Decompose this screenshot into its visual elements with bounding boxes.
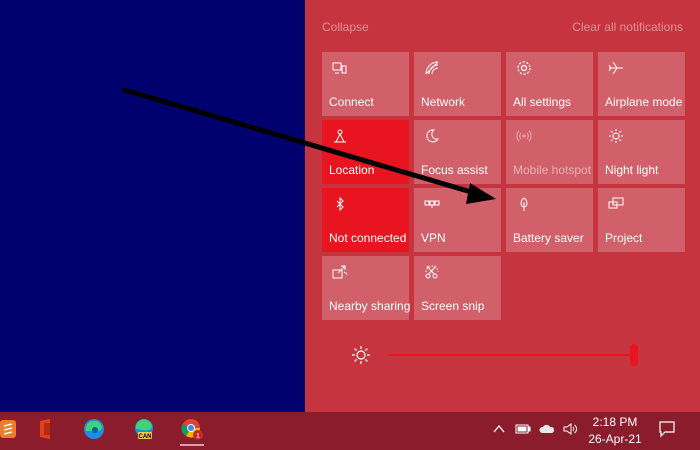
bluetooth-icon <box>331 195 349 213</box>
desktop-background[interactable] <box>0 0 305 412</box>
tile-label: Focus assist <box>421 163 488 177</box>
clock-time: 2:18 PM <box>592 415 638 429</box>
action-center-panel: Collapse Clear all notifications Connect… <box>305 0 700 412</box>
tile-label: Not connected <box>329 231 407 245</box>
tile-battery-saver[interactable]: Battery saver <box>506 188 593 252</box>
tile-label: Airplane mode <box>605 95 683 109</box>
tile-screen-snip[interactable]: Screen snip <box>414 256 501 320</box>
edge-icon <box>82 417 106 446</box>
clear-all-notifications-link[interactable]: Clear all notifications <box>572 20 683 34</box>
night-light-icon <box>607 127 625 145</box>
brightness-control <box>350 340 690 370</box>
tile-connect[interactable]: Connect <box>322 52 409 116</box>
tile-project[interactable]: Project <box>598 188 685 252</box>
tray-volume[interactable] <box>560 422 580 440</box>
tile-focus-assist[interactable]: Focus assist <box>414 120 501 184</box>
brightness-slider-thumb[interactable] <box>630 344 638 366</box>
edge-canary-badge: CAN <box>139 434 152 440</box>
chrome-icon: 1 <box>180 417 204 446</box>
brightness-slider-track[interactable] <box>388 354 634 356</box>
tray-onedrive[interactable] <box>537 422 557 440</box>
tile-bluetooth[interactable]: Not connected <box>322 188 409 252</box>
settings-icon <box>515 59 533 77</box>
sublime-icon <box>0 417 20 446</box>
clock-date: 26-Apr-21 <box>588 432 642 446</box>
tile-all-settings[interactable]: All settings <box>506 52 593 116</box>
tray-battery[interactable] <box>513 422 533 440</box>
airplane-icon <box>607 59 625 77</box>
taskbar-clock[interactable]: 2:18 PM 26-Apr-21 <box>582 414 648 448</box>
nearby-sharing-icon <box>331 263 349 281</box>
edge-canary-icon: CAN <box>132 417 156 446</box>
project-icon <box>607 195 625 213</box>
taskbar-sublime-app[interactable] <box>0 416 28 446</box>
chrome-badge: 1 <box>196 433 200 440</box>
battery-saver-icon <box>515 195 533 213</box>
taskbar: CAN 1 2:18 PM 26-Apr-21 <box>0 412 700 450</box>
screen-snip-icon <box>423 263 441 281</box>
onedrive-icon <box>539 421 555 442</box>
tile-label: Project <box>605 231 643 245</box>
show-hidden-icons-button[interactable] <box>489 422 509 440</box>
tile-label: Connect <box>329 95 374 109</box>
network-icon <box>423 59 441 77</box>
tile-label: VPN <box>421 231 446 245</box>
location-icon <box>331 127 349 145</box>
tile-label: Battery saver <box>513 231 584 245</box>
collapse-link[interactable]: Collapse <box>322 20 369 34</box>
tile-vpn[interactable]: VPN <box>414 188 501 252</box>
chevron-up-icon <box>491 421 507 442</box>
tile-night-light[interactable]: Night light <box>598 120 685 184</box>
tile-label: Network <box>421 95 466 109</box>
tile-location[interactable]: Location <box>322 120 409 184</box>
tile-mobile-hotspot[interactable]: Mobile hotspot <box>506 120 593 184</box>
tile-label: Screen snip <box>421 299 485 313</box>
taskbar-chrome-app[interactable]: 1 <box>172 416 212 446</box>
tile-airplane-mode[interactable]: Airplane mode <box>598 52 685 116</box>
taskbar-edge-canary-app[interactable]: CAN <box>124 416 164 446</box>
tile-label: Night light <box>605 163 659 177</box>
notification-icon <box>658 420 676 443</box>
office-icon <box>34 417 58 446</box>
taskbar-office-app[interactable] <box>26 416 66 446</box>
tile-label: Nearby sharing <box>329 299 411 313</box>
moon-icon <box>423 127 441 145</box>
hotspot-icon <box>515 127 533 145</box>
vpn-icon <box>423 195 441 213</box>
screen: Collapse Clear all notifications Connect… <box>0 0 700 450</box>
connect-icon <box>331 59 349 77</box>
action-center-button[interactable] <box>652 416 682 446</box>
tile-label: Location <box>329 163 375 177</box>
tile-label: Mobile hotspot <box>513 163 592 177</box>
taskbar-edge-app[interactable] <box>74 416 114 446</box>
tile-label: All settings <box>513 95 572 109</box>
battery-icon <box>515 421 531 442</box>
active-indicator <box>180 444 204 446</box>
brightness-icon <box>350 344 372 366</box>
tile-network[interactable]: Network <box>414 52 501 116</box>
tile-nearby-sharing[interactable]: Nearby sharing <box>322 256 411 320</box>
volume-icon <box>562 421 578 442</box>
